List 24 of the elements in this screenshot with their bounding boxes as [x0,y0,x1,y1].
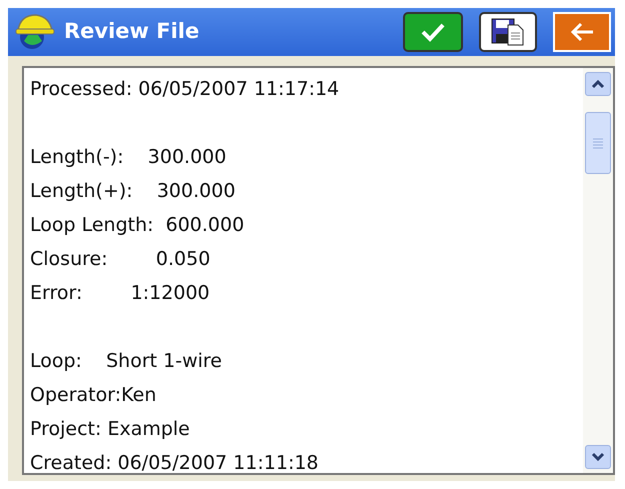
report-line: Error: 1:12000 [30,281,211,306]
report-line: Loop Length: 600.000 [30,213,246,238]
accept-button[interactable] [403,12,463,52]
report-line: Loop: Short 1-wire [30,349,223,374]
back-button[interactable] [553,12,611,52]
chevron-down-icon [591,452,605,462]
arrow-left-icon [569,21,595,43]
scrollbar[interactable] [583,68,613,473]
report-line: Length(-): 300.000 [30,145,228,170]
report-line: Processed: 06/05/2007 11:17:14 [30,77,340,102]
save-button[interactable] [479,12,537,52]
report-line: Created: 06/05/2007 11:11:18 [30,451,320,476]
check-icon [420,21,446,43]
grip-icon [592,137,604,149]
report-line: Closure: 0.050 [30,247,212,272]
scroll-down-button[interactable] [585,445,611,469]
scroll-thumb[interactable] [585,112,611,174]
window-title: Review File [64,18,200,46]
report-line: Length(+): 300.000 [30,179,236,204]
chevron-up-icon [591,79,605,89]
report-line: Operator:Ken [30,383,158,408]
scroll-up-button[interactable] [585,72,611,96]
report-line: Project: Example [30,417,191,442]
floppy-disk-icon [490,17,526,47]
